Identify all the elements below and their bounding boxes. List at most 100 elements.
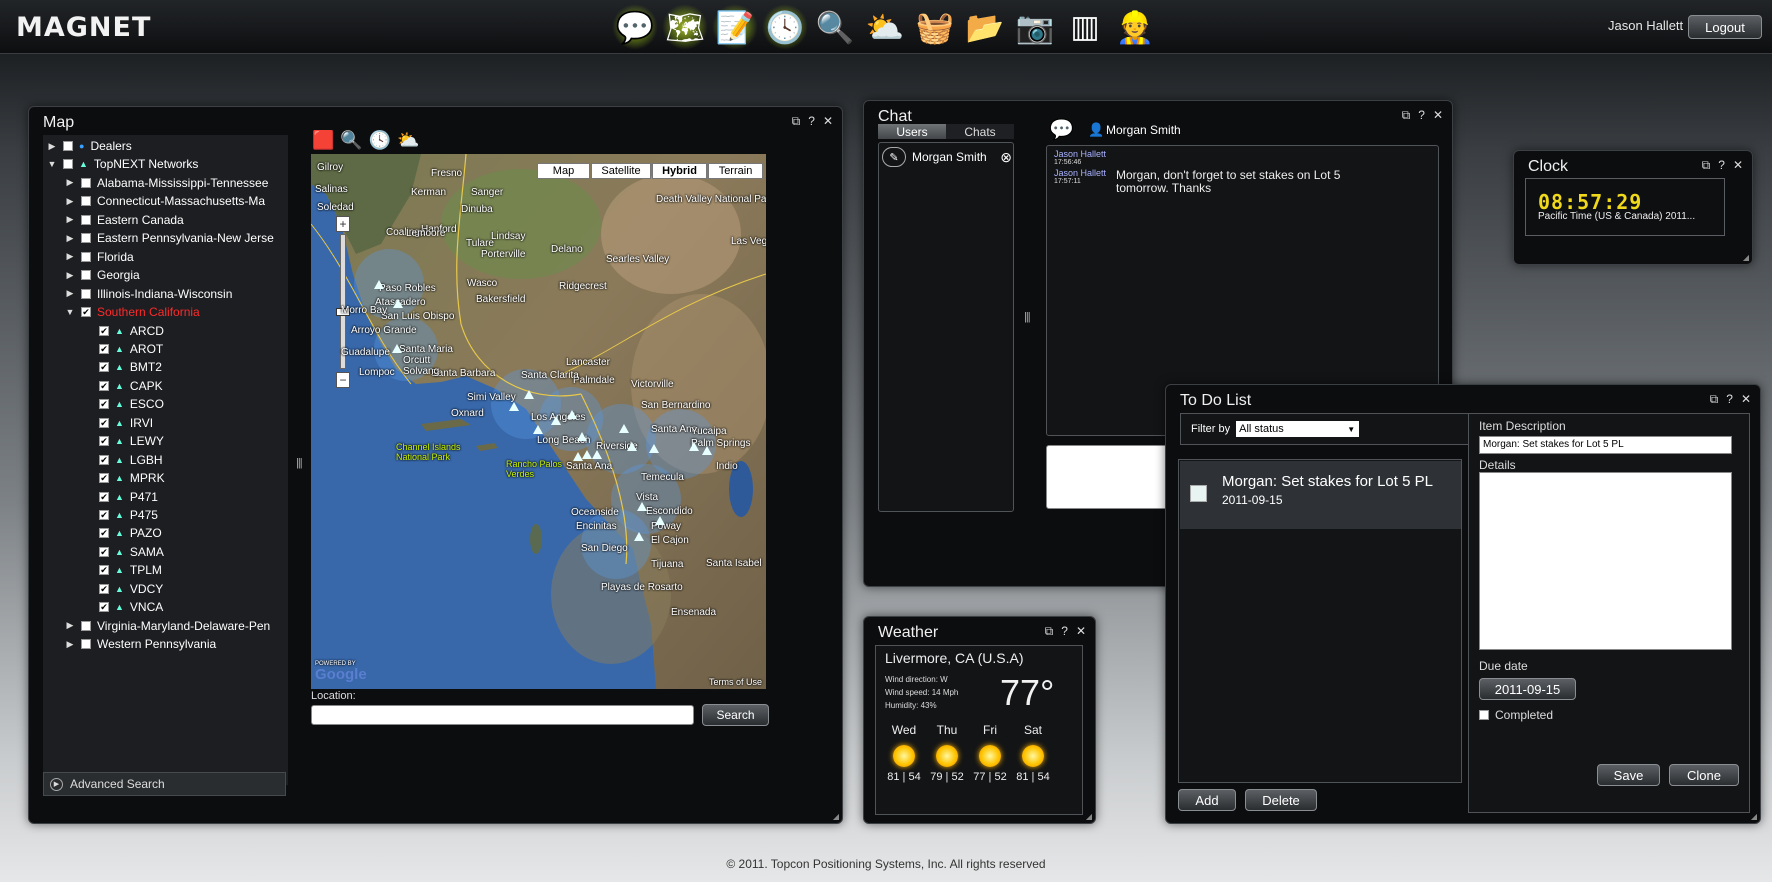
tree-item[interactable]: ▶ Virginia-Maryland-Delaware-Pen [65, 617, 271, 635]
tree-item-checkbox[interactable]: ✔ [99, 399, 109, 410]
tree-item[interactable]: ✔ ▲ P475 [83, 506, 158, 524]
restore-icon[interactable]: ⧉ [1710, 392, 1719, 407]
tree-item-checkbox[interactable]: ✔ [99, 528, 109, 539]
station-marker-icon[interactable] [392, 344, 402, 353]
tree-item-checkbox[interactable]: ✔ [99, 417, 109, 428]
map-type-hybrid[interactable]: Hybrid [652, 163, 707, 179]
status-filter-select[interactable]: All status ▼ [1236, 421, 1360, 437]
tree-item[interactable]: ▶ Eastern Canada [65, 211, 184, 229]
tree-item[interactable]: ✔ ▲ P471 [83, 488, 158, 506]
tree-item-checkbox[interactable]: ✔ [99, 436, 109, 447]
expand-arrow-icon[interactable]: ▶ [65, 288, 75, 299]
collapse-arrow-icon[interactable]: ▼ [47, 159, 57, 169]
tree-item[interactable]: ✔ ▲ PAZO [83, 524, 162, 542]
todo-item-checkbox[interactable] [1190, 485, 1207, 502]
tree-item-checkbox[interactable]: ✔ [99, 546, 109, 557]
tree-item-checkbox[interactable]: ✔ [99, 510, 109, 520]
zoom-in-button[interactable]: + [336, 216, 350, 232]
close-icon[interactable]: ✕ [823, 114, 833, 129]
map-type-map[interactable]: Map [537, 163, 590, 179]
expand-arrow-icon[interactable]: ▶ [65, 251, 75, 262]
tree-item[interactable]: ▼ ✔ Southern California [65, 303, 200, 321]
logout-button[interactable]: Logout [1688, 15, 1762, 39]
map-type-satellite[interactable]: Satellite [591, 163, 651, 179]
close-icon[interactable]: ✕ [1733, 158, 1743, 173]
station-marker-icon[interactable] [702, 446, 712, 455]
station-marker-icon[interactable] [533, 425, 543, 434]
splitter-handle[interactable]: ||| [296, 457, 303, 469]
magnifier-icon[interactable]: 🔍 [340, 130, 362, 151]
tree-item-checkbox[interactable] [81, 214, 91, 225]
restore-icon[interactable]: ⧉ [1045, 624, 1054, 639]
tree-item-checkbox[interactable] [63, 141, 73, 151]
station-marker-icon[interactable] [592, 450, 602, 459]
help-icon[interactable]: ? [1061, 624, 1068, 639]
add-button[interactable]: Add [1178, 789, 1236, 811]
tree-item[interactable]: ✔ ▲ MPRK [83, 469, 165, 487]
close-icon[interactable]: ✕ [1076, 624, 1086, 639]
expand-arrow-icon[interactable]: ▶ [65, 270, 75, 281]
expand-arrow-icon[interactable]: ▶ [47, 141, 57, 152]
due-date-picker[interactable]: 2011-09-15 [1479, 678, 1576, 700]
tree-item[interactable]: ▼ ▲ TopNEXT Networks [47, 155, 199, 173]
help-icon[interactable]: ? [1726, 392, 1733, 407]
close-icon[interactable]: ✕ [1741, 392, 1751, 407]
expand-arrow-icon[interactable]: ▶ [65, 639, 75, 650]
folders-app-icon[interactable]: 📂 [962, 4, 1008, 50]
remove-user-icon[interactable]: ⊗ [1000, 149, 1012, 166]
tree-item[interactable]: ▶ Illinois-Indiana-Wisconsin [65, 285, 233, 303]
station-marker-icon[interactable] [567, 410, 577, 419]
tree-item[interactable]: ✔ ▲ VNCA [83, 598, 163, 616]
tree-item-checkbox[interactable] [81, 288, 91, 299]
expand-arrow-icon[interactable]: ▶ [65, 233, 75, 244]
tab-users[interactable]: Users [878, 124, 946, 139]
weather-icon[interactable]: ⛅ [397, 130, 419, 151]
tree-item[interactable]: ▶ Alabama-Mississippi-Tennessee [65, 174, 269, 192]
basket-app-icon[interactable]: 🧺 [912, 4, 958, 50]
completed-checkbox[interactable] [1479, 710, 1489, 720]
chat-app-icon[interactable]: 💬 [612, 4, 658, 50]
resize-grip-icon[interactable]: ◢ [1086, 812, 1092, 821]
tree-item[interactable]: ✔ ▲ TPLM [83, 561, 162, 579]
resize-grip-icon[interactable]: ◢ [833, 812, 839, 821]
map-type-terrain[interactable]: Terrain [708, 163, 763, 179]
barcode-app-icon[interactable]: ▥ [1062, 4, 1108, 50]
zoom-out-button[interactable]: − [336, 372, 350, 388]
station-marker-icon[interactable] [649, 444, 659, 453]
tree-item-checkbox[interactable]: ✔ [81, 307, 91, 318]
help-icon[interactable]: ? [808, 114, 815, 129]
save-button[interactable]: Save [1597, 764, 1660, 786]
tree-item-checkbox[interactable] [81, 177, 91, 188]
tree-item[interactable]: ▶ Western Pennsylvania [65, 635, 217, 653]
station-marker-icon[interactable] [374, 280, 384, 289]
expand-arrow-icon[interactable]: ▶ [65, 214, 75, 225]
collapse-arrow-icon[interactable]: ▼ [65, 307, 75, 317]
tree-item[interactable]: ▶ Georgia [65, 266, 140, 284]
search-app-icon[interactable]: 🔍 [812, 4, 858, 50]
tree-item[interactable]: ✔ ▲ VDCY [83, 580, 163, 598]
station-marker-icon[interactable] [655, 516, 665, 525]
tree-item-checkbox[interactable]: ✔ [99, 583, 109, 594]
station-marker-icon[interactable] [551, 416, 561, 425]
tree-item[interactable]: ▶ Connecticut-Massachusetts-Ma [65, 192, 266, 210]
tree-item-checkbox[interactable] [81, 196, 91, 207]
tree-item-checkbox[interactable]: ✔ [99, 380, 109, 391]
expand-arrow-icon[interactable]: ▶ [65, 196, 75, 207]
help-icon[interactable]: ? [1718, 158, 1725, 173]
tree-item[interactable]: ▶ ● Dealers [47, 137, 132, 155]
tree-item-checkbox[interactable] [81, 233, 91, 244]
station-marker-icon[interactable] [627, 442, 637, 451]
search-button[interactable]: Search [702, 704, 769, 726]
tree-item[interactable]: ▶ Eastern Pennsylvania-New Jerse [65, 229, 274, 247]
tree-item-checkbox[interactable]: ✔ [99, 325, 109, 336]
tree-item-checkbox[interactable]: ✔ [99, 362, 109, 373]
resize-grip-icon[interactable]: ◢ [1751, 812, 1757, 821]
expand-arrow-icon[interactable]: ▶ [65, 177, 75, 188]
station-marker-icon[interactable] [582, 450, 592, 459]
expand-arrow-icon[interactable]: ▶ [65, 620, 75, 631]
tree-item-checkbox[interactable]: ✔ [99, 491, 109, 502]
station-marker-icon[interactable] [573, 452, 583, 461]
station-marker-icon[interactable] [509, 402, 519, 411]
tree-item[interactable]: ✔ ▲ LGBH [83, 451, 163, 469]
tree-item-checkbox[interactable]: ✔ [99, 602, 109, 613]
